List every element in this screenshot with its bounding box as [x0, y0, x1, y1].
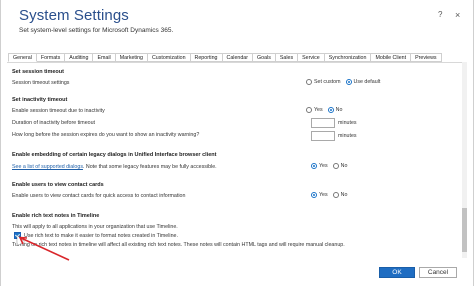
system-settings-dialog: System Settings Set system-level setting… — [0, 0, 474, 286]
tab-service[interactable]: Service — [298, 53, 325, 62]
tab-formats[interactable]: Formats — [36, 53, 66, 62]
contact-cards-no-option[interactable]: No — [332, 192, 348, 198]
dialog-footer: OK Cancel — [1, 258, 474, 286]
option-label: No — [335, 107, 343, 113]
tab-synchronization[interactable]: Synchronization — [324, 53, 372, 62]
inactivity-duration-unit: minutes — [338, 120, 357, 126]
legacy-dialogs-yes-option[interactable]: Yes — [311, 163, 328, 169]
radio-checked-icon — [327, 107, 334, 113]
settings-content-panel: Set session timeout Session timeout sett… — [7, 62, 462, 258]
scrollbar-thumb[interactable] — [462, 208, 467, 252]
legacy-dialogs-heading: Enable embedding of certain legacy dialo… — [12, 152, 217, 158]
arrow-shaft — [20, 237, 70, 261]
inactivity-no-option[interactable]: No — [327, 107, 343, 113]
content-scrollbar[interactable] — [462, 62, 467, 258]
tab-calendar[interactable]: Calendar — [222, 53, 253, 62]
contact-cards-radio-group: Yes No — [311, 192, 352, 198]
option-label: Yes — [319, 163, 328, 169]
radio-checked-icon — [345, 79, 352, 85]
option-label: No — [340, 163, 348, 169]
tab-mobile-client[interactable]: Mobile Client — [371, 53, 412, 62]
tab-general[interactable]: General — [8, 53, 37, 62]
inactivity-duration-input[interactable] — [311, 118, 335, 128]
option-label: Yes — [319, 192, 328, 198]
tab-marketing[interactable]: Marketing — [115, 53, 148, 62]
inactivity-enable-radio-group: Yes No — [306, 107, 347, 113]
inactivity-timeout-heading: Set inactivity timeout — [12, 97, 68, 103]
help-icon[interactable]: ? — [438, 11, 442, 19]
inactivity-duration-label: Duration of inactivity before timeout — [12, 120, 96, 126]
inactivity-enable-label: Enable session timeout due to inactivity — [12, 108, 105, 114]
option-label: Set custom — [314, 79, 341, 85]
close-icon[interactable]: × — [455, 11, 460, 20]
session-timeout-settings-label: Session timeout settings — [12, 80, 70, 86]
inactivity-warning-label: How long before the session expires do y… — [12, 132, 200, 138]
contact-cards-heading: Enable users to view contact cards — [12, 182, 104, 188]
inactivity-yes-option[interactable]: Yes — [306, 107, 323, 113]
legacy-dialogs-note: See a list of supported dialogs. Note th… — [12, 164, 217, 170]
inactivity-warning-input[interactable] — [311, 131, 335, 141]
tab-sales[interactable]: Sales — [275, 53, 299, 62]
radio-checked-icon — [311, 192, 317, 198]
radio-unchecked-icon — [306, 107, 312, 113]
option-label: Yes — [314, 107, 323, 113]
ok-button[interactable]: OK — [379, 267, 415, 278]
cancel-button[interactable]: Cancel — [419, 267, 457, 278]
option-label: No — [340, 192, 348, 198]
option-label: Use default — [353, 79, 381, 85]
dialog-title: System Settings — [19, 7, 129, 24]
tab-previews[interactable]: Previews — [411, 53, 442, 62]
legacy-dialogs-no-option[interactable]: No — [332, 163, 348, 169]
session-timeout-radio-group: Set custom Use default — [306, 79, 385, 85]
contact-cards-yes-option[interactable]: Yes — [311, 192, 328, 198]
inactivity-warning-unit: minutes — [338, 133, 357, 139]
radio-unchecked-icon — [306, 79, 312, 85]
tab-customization[interactable]: Customization — [147, 53, 191, 62]
tab-goals[interactable]: Goals — [253, 53, 276, 62]
settings-tab-bar: General Formats Auditing Email Marketing… — [8, 53, 442, 62]
radio-unchecked-icon — [332, 192, 339, 198]
legacy-dialogs-note-text: . Note that some legacy features may be … — [82, 164, 217, 170]
supported-dialogs-link[interactable]: See a list of supported dialogs — [12, 164, 83, 170]
legacy-dialogs-radio-group: Yes No — [311, 163, 352, 169]
contact-cards-label: Enable users to view contact cards for q… — [12, 193, 186, 199]
tab-reporting[interactable]: Reporting — [190, 53, 223, 62]
rich-text-heading: Enable rich text notes in Timeline — [12, 213, 100, 219]
tab-email[interactable]: Email — [93, 53, 116, 62]
tab-auditing[interactable]: Auditing — [65, 53, 94, 62]
session-timeout-use-default-option[interactable]: Use default — [345, 79, 381, 85]
radio-unchecked-icon — [332, 163, 339, 169]
radio-checked-icon — [311, 163, 317, 169]
dialog-subtitle: Set system-level settings for Microsoft … — [19, 27, 174, 34]
session-timeout-set-custom-option[interactable]: Set custom — [306, 79, 341, 85]
rich-text-applies-text: This will apply to all applications in y… — [12, 224, 178, 230]
session-timeout-heading: Set session timeout — [12, 69, 64, 75]
